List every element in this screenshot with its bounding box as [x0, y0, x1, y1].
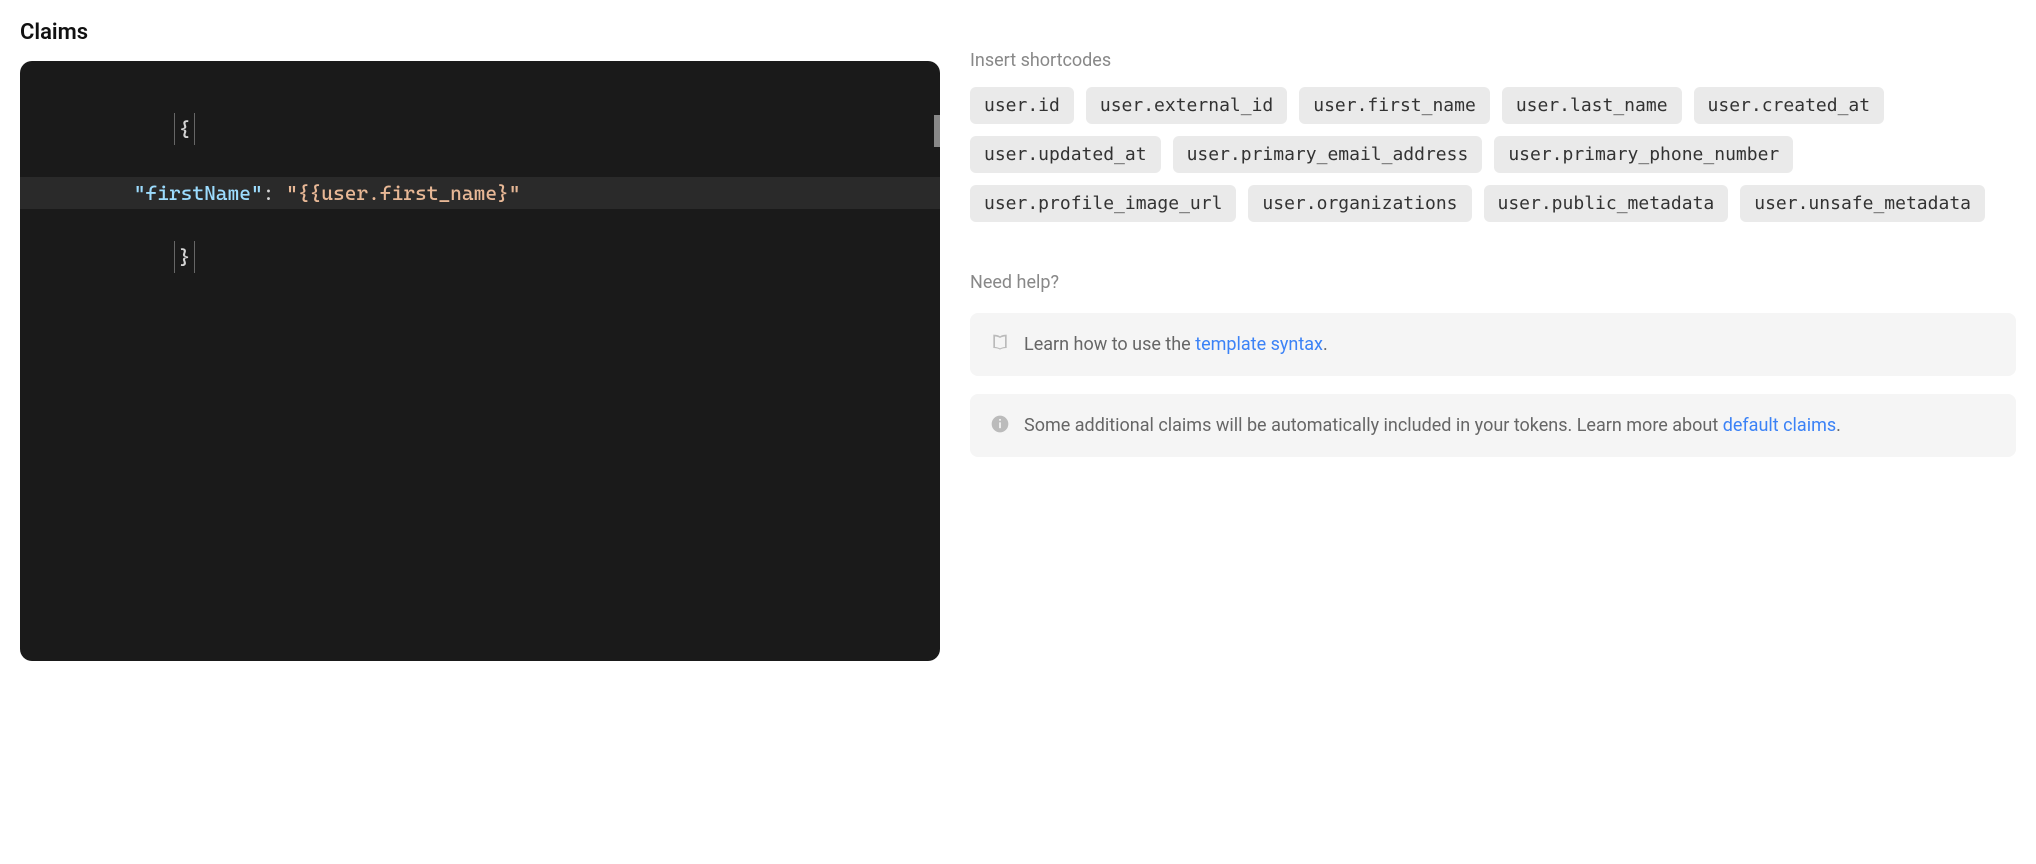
- help-text-before: Learn how to use the: [1024, 334, 1195, 355]
- shortcode-user-id[interactable]: user.id: [970, 87, 1074, 124]
- json-colon: :: [263, 181, 286, 205]
- shortcode-user-updated-at[interactable]: user.updated_at: [970, 136, 1161, 173]
- help-card-template-syntax: Learn how to use the template syntax.: [970, 313, 2016, 376]
- template-syntax-link[interactable]: template syntax: [1195, 334, 1323, 355]
- shortcode-user-unsafe-metadata[interactable]: user.unsafe_metadata: [1740, 185, 1985, 222]
- default-claims-link[interactable]: default claims: [1723, 415, 1836, 436]
- help-label: Need help?: [970, 272, 2016, 293]
- code-line-active: "firstName": "{{user.first_name}": [20, 177, 940, 209]
- shortcodes-list: user.id user.external_id user.first_name…: [970, 87, 2016, 222]
- claims-title: Claims: [20, 20, 940, 45]
- help-text-before: Some additional claims will be automatic…: [1024, 415, 1723, 436]
- info-icon: [990, 414, 1010, 438]
- code-brace-open: {: [174, 113, 196, 145]
- cursor-indicator: [934, 115, 940, 147]
- json-value: "{{user.first_name}": [286, 181, 520, 205]
- help-text: Some additional claims will be automatic…: [1024, 412, 1841, 439]
- shortcode-user-profile-image[interactable]: user.profile_image_url: [970, 185, 1236, 222]
- shortcode-user-first-name[interactable]: user.first_name: [1299, 87, 1490, 124]
- shortcode-user-organizations[interactable]: user.organizations: [1248, 185, 1471, 222]
- code-editor[interactable]: { "firstName": "{{user.first_name}" }: [20, 61, 940, 661]
- shortcode-user-external-id[interactable]: user.external_id: [1086, 87, 1287, 124]
- shortcode-user-primary-email[interactable]: user.primary_email_address: [1173, 136, 1483, 173]
- help-text-after: .: [1836, 415, 1841, 436]
- shortcode-user-created-at[interactable]: user.created_at: [1694, 87, 1885, 124]
- book-icon: [990, 333, 1010, 357]
- json-key: "firstName": [134, 181, 263, 205]
- shortcode-user-primary-phone[interactable]: user.primary_phone_number: [1494, 136, 1793, 173]
- code-brace-close: }: [174, 241, 196, 273]
- help-card-default-claims: Some additional claims will be automatic…: [970, 394, 2016, 457]
- help-text-after: .: [1323, 334, 1328, 355]
- shortcode-user-public-metadata[interactable]: user.public_metadata: [1484, 185, 1729, 222]
- shortcodes-label: Insert shortcodes: [970, 50, 2016, 71]
- shortcode-user-last-name[interactable]: user.last_name: [1502, 87, 1682, 124]
- help-text: Learn how to use the template syntax.: [1024, 331, 1328, 358]
